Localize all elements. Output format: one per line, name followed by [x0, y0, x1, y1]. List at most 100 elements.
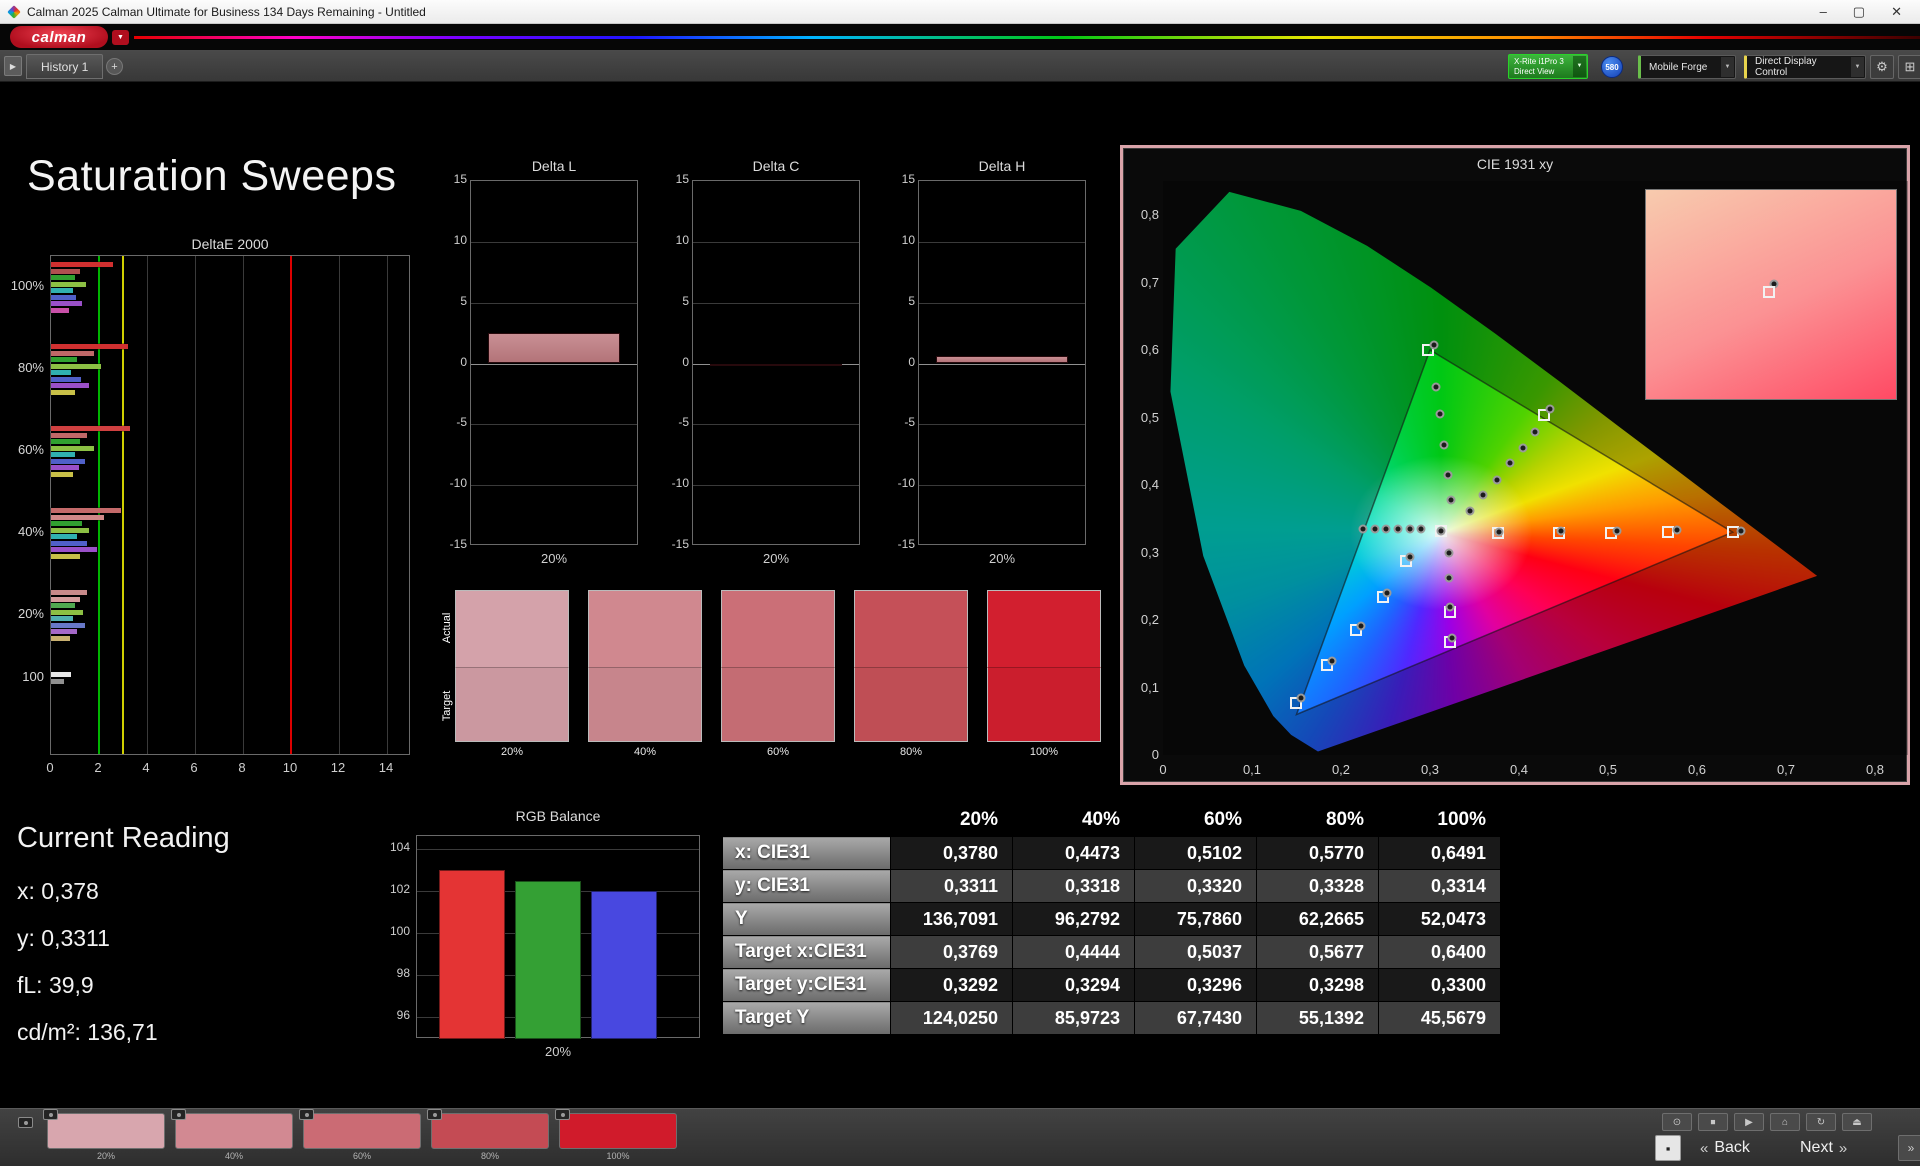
- deltae-xtick-label: 0: [38, 760, 62, 775]
- back-button[interactable]: « Back: [1700, 1135, 1750, 1161]
- gear-icon[interactable]: ⚙: [1870, 55, 1894, 79]
- camera-icon[interactable]: [18, 1117, 33, 1128]
- swatch-camera-icon[interactable]: [555, 1109, 570, 1120]
- cie-measured-marker: [1531, 428, 1540, 437]
- maximize-icon[interactable]: ▢: [1853, 5, 1865, 18]
- actual-swatch: [854, 590, 968, 667]
- page-title: Saturation Sweeps: [27, 152, 396, 201]
- cie-measured-marker: [1296, 694, 1305, 703]
- rgb-bar: [515, 881, 581, 1040]
- app-icon: [7, 5, 21, 19]
- add-tab-button[interactable]: +: [106, 58, 123, 75]
- meter-dropdown-icon[interactable]: ▼: [1573, 56, 1586, 77]
- rgb-ytick-label: 96: [376, 1008, 410, 1022]
- deltae-bar: [51, 679, 64, 684]
- deltae-bar: [51, 610, 83, 615]
- deltae-bar: [51, 262, 113, 267]
- cie-ytick-label: 0,8: [1127, 207, 1159, 222]
- delta-ytick-label: -15: [887, 537, 915, 551]
- deltae-bar: [51, 288, 73, 293]
- swatch-camera-icon[interactable]: [43, 1109, 58, 1120]
- deltae-group-label: 100: [22, 669, 44, 684]
- deltae-group-label: 80%: [18, 360, 44, 375]
- bottom-swatch[interactable]: 100%: [559, 1113, 677, 1161]
- deltae-refline-yellow: [122, 256, 124, 754]
- delta-gridline: [693, 424, 859, 425]
- close-icon[interactable]: ✕: [1891, 5, 1902, 18]
- next-button[interactable]: Next »: [1800, 1135, 1847, 1161]
- table-cell: 0,6491: [1379, 837, 1501, 870]
- deltae-gridline: [243, 256, 244, 754]
- cie-ytick-label: 0,2: [1127, 612, 1159, 627]
- bottom-swatch-color: [47, 1113, 165, 1149]
- window-title: Calman 2025 Calman Ultimate for Business…: [27, 5, 426, 19]
- deltae-bar: [51, 465, 79, 470]
- play-icon[interactable]: ▶: [1734, 1113, 1764, 1131]
- delta-l-xlabel: 20%: [470, 551, 638, 566]
- display-dropdown-icon[interactable]: ▼: [1851, 57, 1864, 77]
- deltae-bar: [51, 623, 85, 628]
- logo-dropdown-icon[interactable]: ▼: [112, 30, 129, 45]
- table-cell: 0,4444: [1013, 936, 1135, 969]
- grid-icon[interactable]: ⊞: [1898, 55, 1920, 79]
- cie-ytick-label: 0,5: [1127, 410, 1159, 425]
- swatch-camera-icon[interactable]: [171, 1109, 186, 1120]
- panel-expand-icon[interactable]: ▶: [4, 56, 22, 76]
- table-cell: 124,0250: [891, 1002, 1013, 1035]
- delta-c-xlabel: 20%: [692, 551, 860, 566]
- eject-icon[interactable]: ⏏: [1842, 1113, 1872, 1131]
- cie-measured-marker: [1519, 443, 1528, 452]
- cie-measured-marker: [1466, 506, 1475, 515]
- bottom-swatch[interactable]: 40%: [175, 1113, 293, 1161]
- bottom-swatch[interactable]: 20%: [47, 1113, 165, 1161]
- cie-measured-marker: [1359, 524, 1368, 533]
- rgb-balance-title: RGB Balance: [416, 808, 700, 824]
- back-label: Back: [1714, 1139, 1750, 1157]
- cie-measured-marker: [1370, 524, 1379, 533]
- actual-swatch: [588, 590, 702, 667]
- bottom-swatch[interactable]: 60%: [303, 1113, 421, 1161]
- delta-h-title: Delta H: [918, 158, 1086, 174]
- meter-select-button[interactable]: X-Rite i1Pro 3 Direct View ▼: [1508, 54, 1588, 79]
- deltae-xtick-label: 8: [230, 760, 254, 775]
- home-icon[interactable]: ⌂: [1770, 1113, 1800, 1131]
- table-cell: 0,3328: [1257, 870, 1379, 903]
- swatch-camera-icon[interactable]: [427, 1109, 442, 1120]
- source-select[interactable]: Mobile Forge ▼: [1638, 55, 1736, 79]
- rgb-ytick-label: 102: [376, 882, 410, 896]
- table-cell: 0,6400: [1379, 936, 1501, 969]
- advance-icon[interactable]: »: [1898, 1135, 1920, 1161]
- table-row: Target x:CIE310,37690,44440,50370,56770,…: [723, 936, 1501, 969]
- source-dropdown-icon[interactable]: ▼: [1721, 57, 1734, 77]
- meter-line2: Direct View: [1514, 67, 1571, 77]
- swatch-camera-icon[interactable]: [299, 1109, 314, 1120]
- cie-measured-marker: [1444, 548, 1453, 557]
- delta-ytick-label: 0: [661, 355, 689, 369]
- stop-icon[interactable]: ⏹: [1698, 1113, 1728, 1131]
- cie-ytick-label: 0,4: [1127, 477, 1159, 492]
- tab-history-1[interactable]: History 1: [26, 54, 103, 79]
- table-cell: 0,3769: [891, 936, 1013, 969]
- cie-xtick-label: 0: [1148, 762, 1178, 777]
- table-cell: 0,5770: [1257, 837, 1379, 870]
- delta-gridline: [471, 303, 637, 304]
- cie-inset-patch: [1645, 189, 1897, 400]
- cie-measured-marker: [1432, 383, 1441, 392]
- record-icon[interactable]: ⊙: [1662, 1113, 1692, 1131]
- minimize-icon[interactable]: –: [1820, 5, 1827, 18]
- table-row: Target y:CIE310,32920,32940,32960,32980,…: [723, 969, 1501, 1002]
- table-cell: 0,3294: [1013, 969, 1135, 1002]
- cie-measured-marker: [1383, 589, 1392, 598]
- layout-toggle-button[interactable]: ▪: [1655, 1135, 1681, 1161]
- actual-swatch: [987, 590, 1101, 667]
- calman-logo: calman: [10, 26, 108, 48]
- deltae-bar: [51, 390, 75, 395]
- deltae-bar: [51, 590, 87, 595]
- delta-h-xlabel: 20%: [918, 551, 1086, 566]
- refresh-icon[interactable]: ↻: [1806, 1113, 1836, 1131]
- bottom-swatch[interactable]: 80%: [431, 1113, 549, 1161]
- display-control-select[interactable]: Direct Display Control ▼: [1744, 55, 1866, 79]
- cie-ytick-label: 0: [1127, 747, 1159, 762]
- swatch-label: 20%: [455, 746, 569, 758]
- rgb-bar: [591, 891, 657, 1039]
